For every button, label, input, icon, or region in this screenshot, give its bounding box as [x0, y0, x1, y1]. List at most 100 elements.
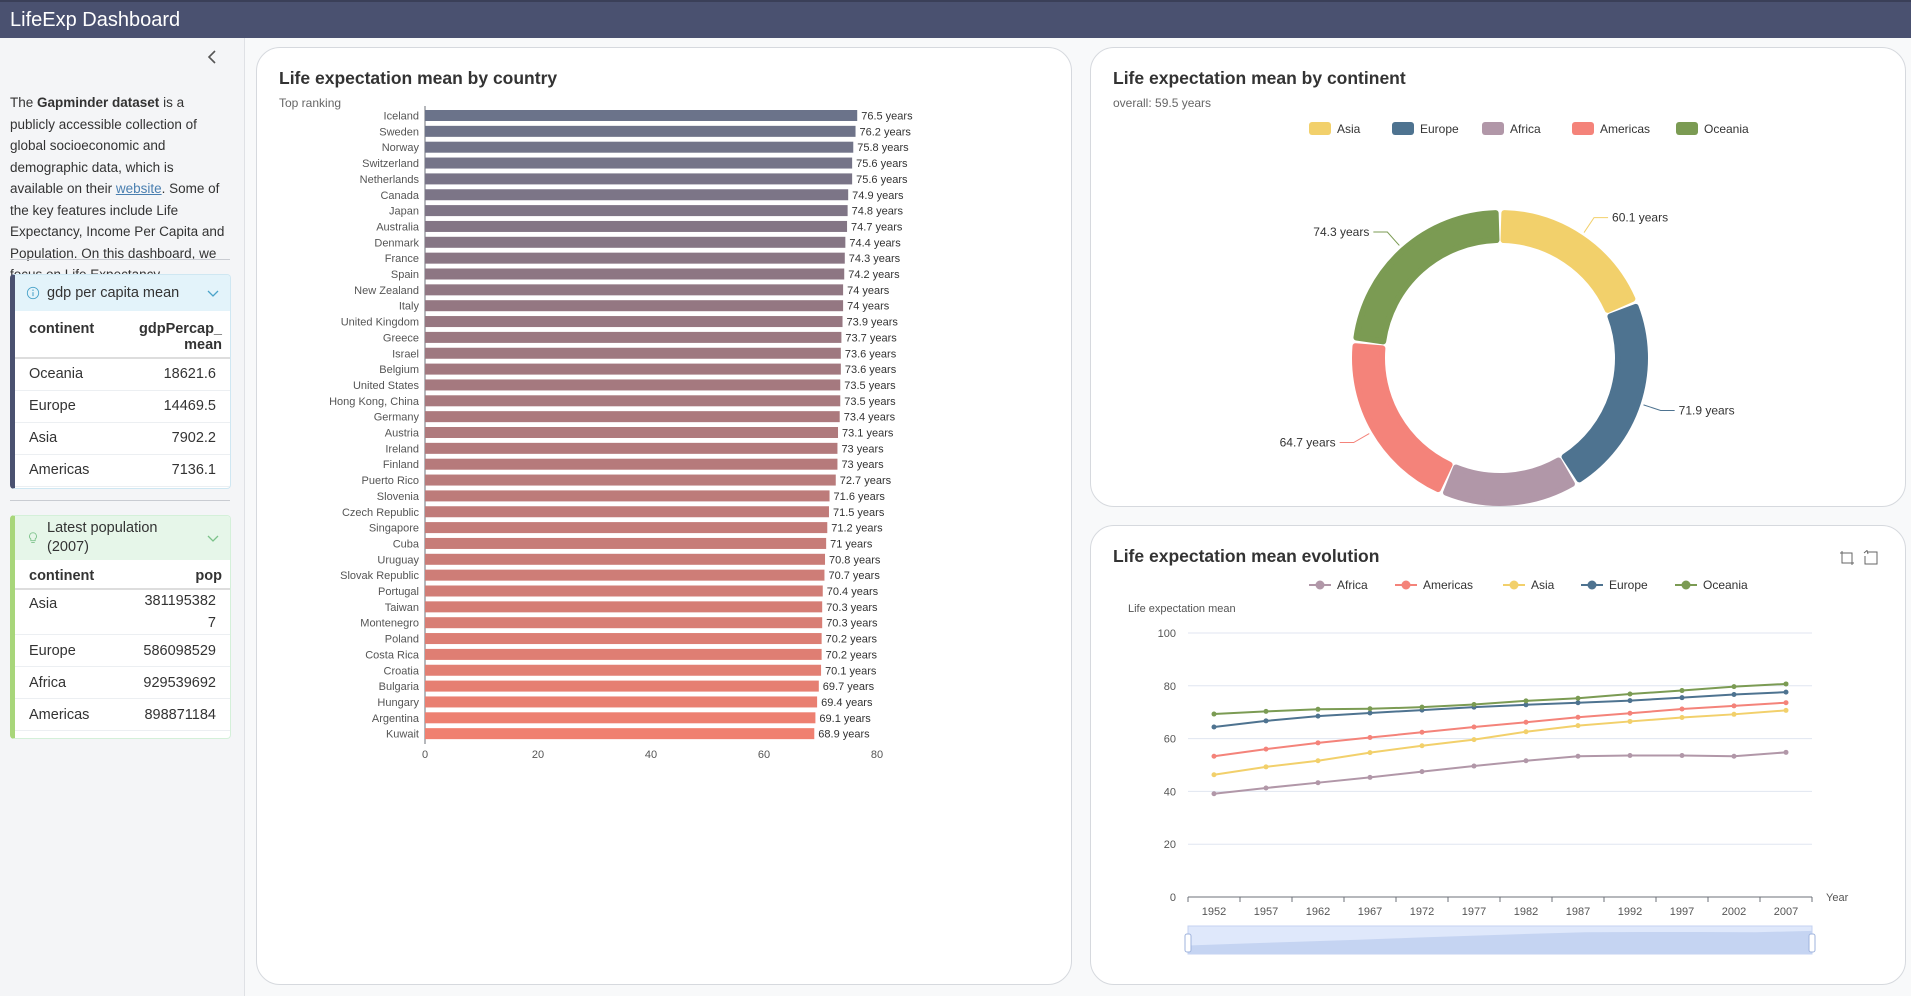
bar	[425, 110, 858, 121]
category-label: Iceland	[384, 111, 419, 123]
legend-label: Europe	[1420, 122, 1459, 136]
category-label: Kuwait	[386, 729, 419, 741]
y-tick-label: 0	[1170, 892, 1176, 904]
data-label: 70.4 years	[827, 586, 879, 598]
bar	[425, 300, 844, 312]
data-point	[1783, 707, 1789, 713]
continent-cell: Americas	[15, 698, 116, 731]
evolution-line-chart: Africa Americas Asia Europe Oceania Life expe…	[1128, 578, 1849, 955]
column-header: gdpPercap_ mean	[113, 311, 230, 359]
legend-label: Americas	[1600, 122, 1650, 136]
continent-donut-chart: Asia Europe Africa Americas Oceania 60.1 year…	[1280, 122, 1749, 506]
category-label: Belgium	[379, 364, 419, 376]
data-label: 71.6 years	[834, 491, 886, 503]
x-tick-label: 1952	[1202, 906, 1226, 918]
data-point	[1575, 723, 1581, 729]
website-link[interactable]: website	[116, 181, 162, 196]
bar	[425, 157, 853, 169]
data-label: 76.2 years	[860, 126, 912, 138]
gdp-card-title: gdp per capita mean	[47, 285, 180, 301]
category-label: United Kingdom	[341, 317, 419, 329]
category-label: Slovenia	[377, 491, 420, 503]
data-point	[1679, 752, 1685, 758]
bar	[425, 125, 856, 137]
data-point	[1367, 706, 1373, 712]
data-point	[1263, 708, 1269, 714]
gdp-card-header[interactable]: gdp per capita mean	[15, 275, 230, 311]
data-label: 75.6 years	[856, 174, 908, 186]
category-label: Finland	[383, 459, 419, 471]
data-label: 69.7 years	[823, 681, 875, 693]
value-cell: 2193.8	[113, 486, 230, 488]
legend-label: Africa	[1337, 578, 1368, 592]
table-row: Africa 929539692	[15, 666, 230, 699]
chevron-down-icon[interactable]	[206, 531, 220, 545]
bar	[425, 553, 826, 565]
slice-label: 64.7 years	[1280, 436, 1336, 450]
data-label: 70.8 years	[829, 554, 881, 566]
column-header: pop	[115, 560, 230, 590]
data-label: 69.1 years	[819, 713, 871, 725]
bar	[425, 442, 838, 454]
x-tick-label: 1967	[1358, 906, 1382, 918]
bar	[425, 696, 818, 708]
data-point	[1315, 758, 1321, 764]
legend-label: Oceania	[1703, 578, 1748, 592]
population-card-title: Latest population (2007)	[47, 520, 158, 555]
donut-slice	[1500, 210, 1636, 313]
data-label: 70.3 years	[826, 602, 878, 614]
zoom-handle-left[interactable]	[1184, 933, 1192, 953]
data-label: 73.1 years	[842, 428, 894, 440]
category-label: Israel	[392, 348, 419, 360]
category-label: Cuba	[393, 538, 420, 550]
category-label: Montenegro	[360, 618, 419, 630]
chevron-down-icon[interactable]	[206, 286, 220, 300]
bar	[425, 648, 822, 660]
bar	[425, 379, 841, 391]
category-label: Bulgaria	[379, 681, 420, 693]
y-tick-label: 60	[1164, 734, 1176, 746]
data-point	[1627, 752, 1633, 758]
data-label: 73.4 years	[844, 412, 896, 424]
bar	[425, 537, 827, 549]
x-tick-label: 20	[532, 749, 544, 761]
data-label: 73.9 years	[847, 317, 899, 329]
legend-marker	[1509, 580, 1519, 590]
data-label: 74 years	[847, 285, 890, 297]
column-header: continent	[15, 311, 114, 359]
collapse-sidebar-icon[interactable]	[204, 48, 222, 66]
data-label: 74.8 years	[852, 206, 904, 218]
value-cell: 929539692	[115, 666, 230, 699]
slice-label: 74.3 years	[1313, 225, 1369, 239]
category-label: Slovak Republic	[340, 570, 419, 582]
data-label: 70.7 years	[828, 570, 880, 582]
x-tick-label: 1962	[1306, 906, 1330, 918]
bar	[425, 728, 815, 740]
data-point	[1679, 695, 1685, 701]
population-card-header[interactable]: Latest population (2007)	[15, 516, 230, 560]
data-label: 74.4 years	[849, 237, 901, 249]
category-label: Poland	[385, 634, 419, 646]
data-point	[1211, 711, 1217, 717]
evolution-chart-panel: Life expectation mean evolution Africa Am…	[1090, 525, 1906, 985]
legend-label: Asia	[1337, 122, 1361, 136]
zoom-handle-right[interactable]	[1808, 933, 1816, 953]
data-point	[1627, 691, 1633, 697]
category-label: Switzerland	[362, 158, 419, 170]
category-label: Hungary	[377, 697, 419, 709]
y-tick-label: 40	[1164, 786, 1176, 798]
category-label: Sweden	[379, 126, 419, 138]
value-cell: 24549947	[115, 730, 230, 738]
category-label: Czech Republic	[342, 507, 420, 519]
data-label: 73 years	[841, 459, 884, 471]
bar	[425, 569, 825, 581]
data-point	[1367, 750, 1373, 756]
y-tick-label: 20	[1164, 839, 1176, 851]
country-chart-panel: Life expectation mean by country Top ran…	[256, 47, 1072, 985]
donut-slice	[1443, 457, 1575, 506]
table-row: Asia 381195382 7	[15, 589, 230, 635]
bar	[425, 664, 822, 676]
bar	[425, 474, 836, 486]
data-label: 75.8 years	[857, 142, 909, 154]
data-label: 71.5 years	[833, 507, 885, 519]
